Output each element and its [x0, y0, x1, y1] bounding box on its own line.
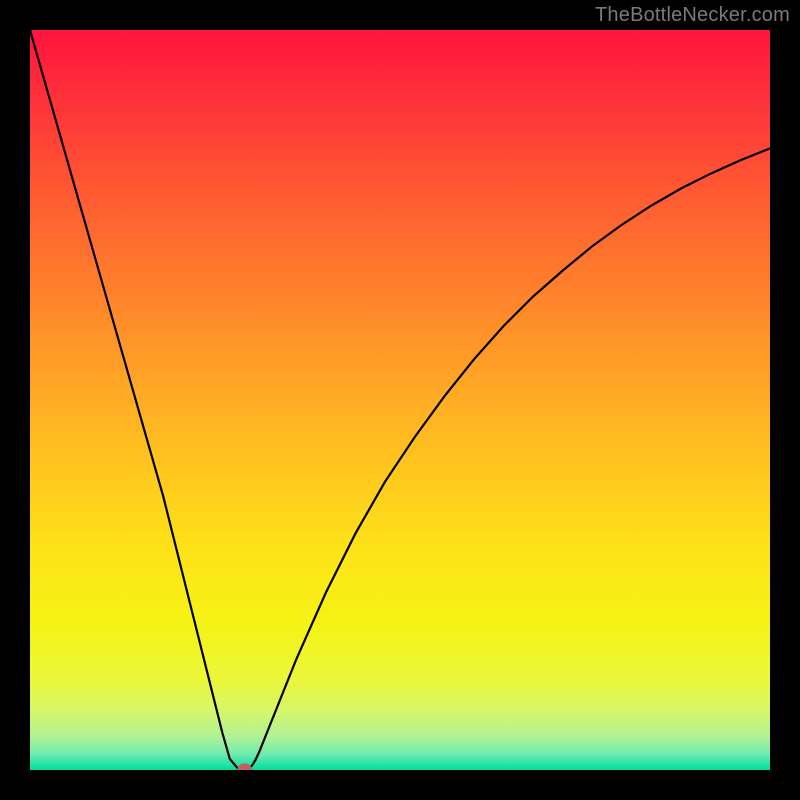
plot-svg	[30, 30, 770, 770]
plot-area	[30, 30, 770, 770]
watermark-text: TheBottleNecker.com	[595, 4, 790, 27]
chart-stage: TheBottleNecker.com	[0, 0, 800, 800]
gradient-rect	[30, 30, 770, 770]
